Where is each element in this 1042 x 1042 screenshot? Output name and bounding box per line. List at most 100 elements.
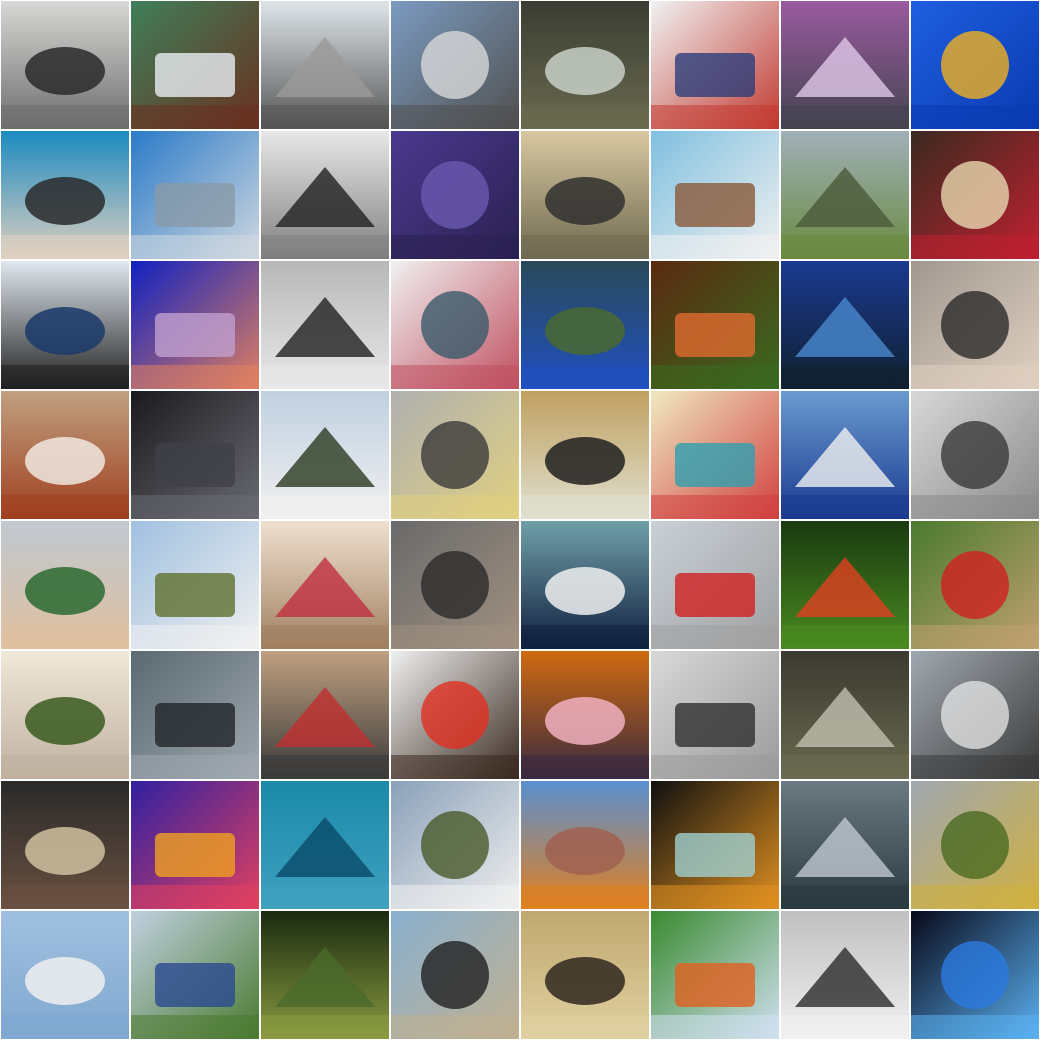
thumbnail-image: [131, 521, 259, 649]
thumbnail-subject: [25, 697, 105, 745]
thumbnail-gate-seating: [131, 651, 259, 779]
thumbnail-aquarium-diners: [1, 131, 129, 259]
thumbnail-image: [131, 911, 259, 1039]
thumbnail-cabin-aisle: [391, 391, 519, 519]
thumbnail-subject: [155, 573, 235, 617]
thumbnail-subject: [25, 307, 105, 355]
thumbnail-image: [651, 521, 779, 649]
thumbnail-cat-at-airplane-window: [1, 1, 129, 129]
thumbnail-image: [781, 911, 909, 1039]
thumbnail-crew-member: [1, 781, 129, 909]
thumbnail-subject: [675, 833, 755, 877]
thumbnail-jet-blue-sky: [1, 911, 129, 1039]
thumbnail-image: [911, 651, 1039, 779]
thumbnail-image: [911, 261, 1039, 389]
thumbnail-image: [391, 781, 519, 909]
thumbnail-image: [651, 651, 779, 779]
thumbnail-image: [911, 1, 1039, 129]
thumbnail-vintage-military-plane: [781, 131, 909, 259]
thumbnail-leather-seats: [391, 521, 519, 649]
thumbnail-subject: [25, 567, 105, 615]
thumbnail-image: [651, 131, 779, 259]
thumbnail-image: [521, 261, 649, 389]
thumbnail-subject: [941, 681, 1009, 749]
thumbnail-subject: [155, 183, 235, 227]
thumbnail-subject: [421, 291, 489, 359]
thumbnail-image: [1, 521, 129, 649]
thumbnail-subject: [421, 31, 489, 99]
thumbnail-subject: [25, 437, 105, 485]
thumbnail-image: [261, 1, 389, 129]
thumbnail-subject: [545, 437, 625, 485]
thumbnail-subject: [421, 941, 489, 1009]
thumbnail-subject: [155, 443, 235, 487]
thumbnail-terminal-glass-hall: [781, 1, 909, 129]
thumbnail-subject: [25, 47, 105, 95]
thumbnail-carousel-top: [651, 391, 779, 519]
thumbnail-jellyfish: [911, 1, 1039, 129]
thumbnail-subject: [545, 307, 625, 355]
thumbnail-image: [391, 911, 519, 1039]
thumbnail-hanging-lamp: [261, 521, 389, 649]
thumbnail-jet-on-tarmac: [261, 1, 389, 129]
thumbnail-subject: [421, 161, 489, 229]
thumbnail-image: [1, 651, 129, 779]
thumbnail-fountain-spray-sculpture: [131, 1, 259, 129]
thumbnail-subject: [545, 827, 625, 875]
thumbnail-light-trails: [131, 781, 259, 909]
thumbnail-man-sunglasses: [781, 911, 909, 1039]
thumbnail-subject: [941, 941, 1009, 1009]
thumbnail-subject: [155, 313, 235, 357]
thumbnail-image: [131, 131, 259, 259]
thumbnail-image: [1, 911, 129, 1039]
thumbnail-subject: [941, 31, 1009, 99]
thumbnail-image: [261, 131, 389, 259]
thumbnail-red-propeller: [911, 521, 1039, 649]
thumbnail-image: [781, 521, 909, 649]
thumbnail-group-photo: [911, 261, 1039, 389]
thumbnail-corridor-dark: [781, 651, 909, 779]
thumbnail-poster-display: [391, 651, 519, 779]
thumbnail-image: [1, 261, 129, 389]
thumbnail-mossy-rock-fish: [261, 911, 389, 1039]
thumbnail-subject: [675, 53, 755, 97]
thumbnail-image: [261, 781, 389, 909]
thumbnail-subject: [155, 53, 235, 97]
thumbnail-underwater-rocks: [521, 261, 649, 389]
thumbnail-image: [651, 391, 779, 519]
thumbnail-image: [261, 261, 389, 389]
thumbnail-subject: [675, 963, 755, 1007]
thumbnail-image: [261, 911, 389, 1039]
thumbnail-subject: [545, 177, 625, 225]
thumbnail-small-plane-on-apron: [651, 1, 779, 129]
thumbnail-image: [651, 261, 779, 389]
thumbnail-subject: [155, 963, 235, 1007]
thumbnail-old-hangar-bw: [911, 391, 1039, 519]
thumbnail-subject: [421, 551, 489, 619]
thumbnail-image: [391, 651, 519, 779]
thumbnail-image: [651, 781, 779, 909]
thumbnail-image: [651, 911, 779, 1039]
thumbnail-person-railing: [651, 131, 779, 259]
image-grid: [0, 0, 1042, 1042]
thumbnail-image: [911, 781, 1039, 909]
thumbnail-subject: [421, 811, 489, 879]
thumbnail-image: [911, 131, 1039, 259]
thumbnail-image: [391, 1, 519, 129]
thumbnail-image: [391, 391, 519, 519]
thumbnail-image: [261, 391, 389, 519]
thumbnail-aquarium-tank: [391, 261, 519, 389]
thumbnail-image: [131, 261, 259, 389]
thumbnail-atrium-palms: [1, 651, 129, 779]
thumbnail-image: [391, 261, 519, 389]
thumbnail-roller-coaster-riders: [1, 261, 129, 389]
thumbnail-subject: [545, 47, 625, 95]
thumbnail-biplane-field: [911, 781, 1039, 909]
thumbnail-image: [391, 521, 519, 649]
thumbnail-image: [781, 1, 909, 129]
thumbnail-spotted-fish: [651, 261, 779, 389]
thumbnail-dolphin: [131, 131, 259, 259]
thumbnail-image: [781, 131, 909, 259]
thumbnail-image: [781, 781, 909, 909]
thumbnail-subject: [675, 183, 755, 227]
